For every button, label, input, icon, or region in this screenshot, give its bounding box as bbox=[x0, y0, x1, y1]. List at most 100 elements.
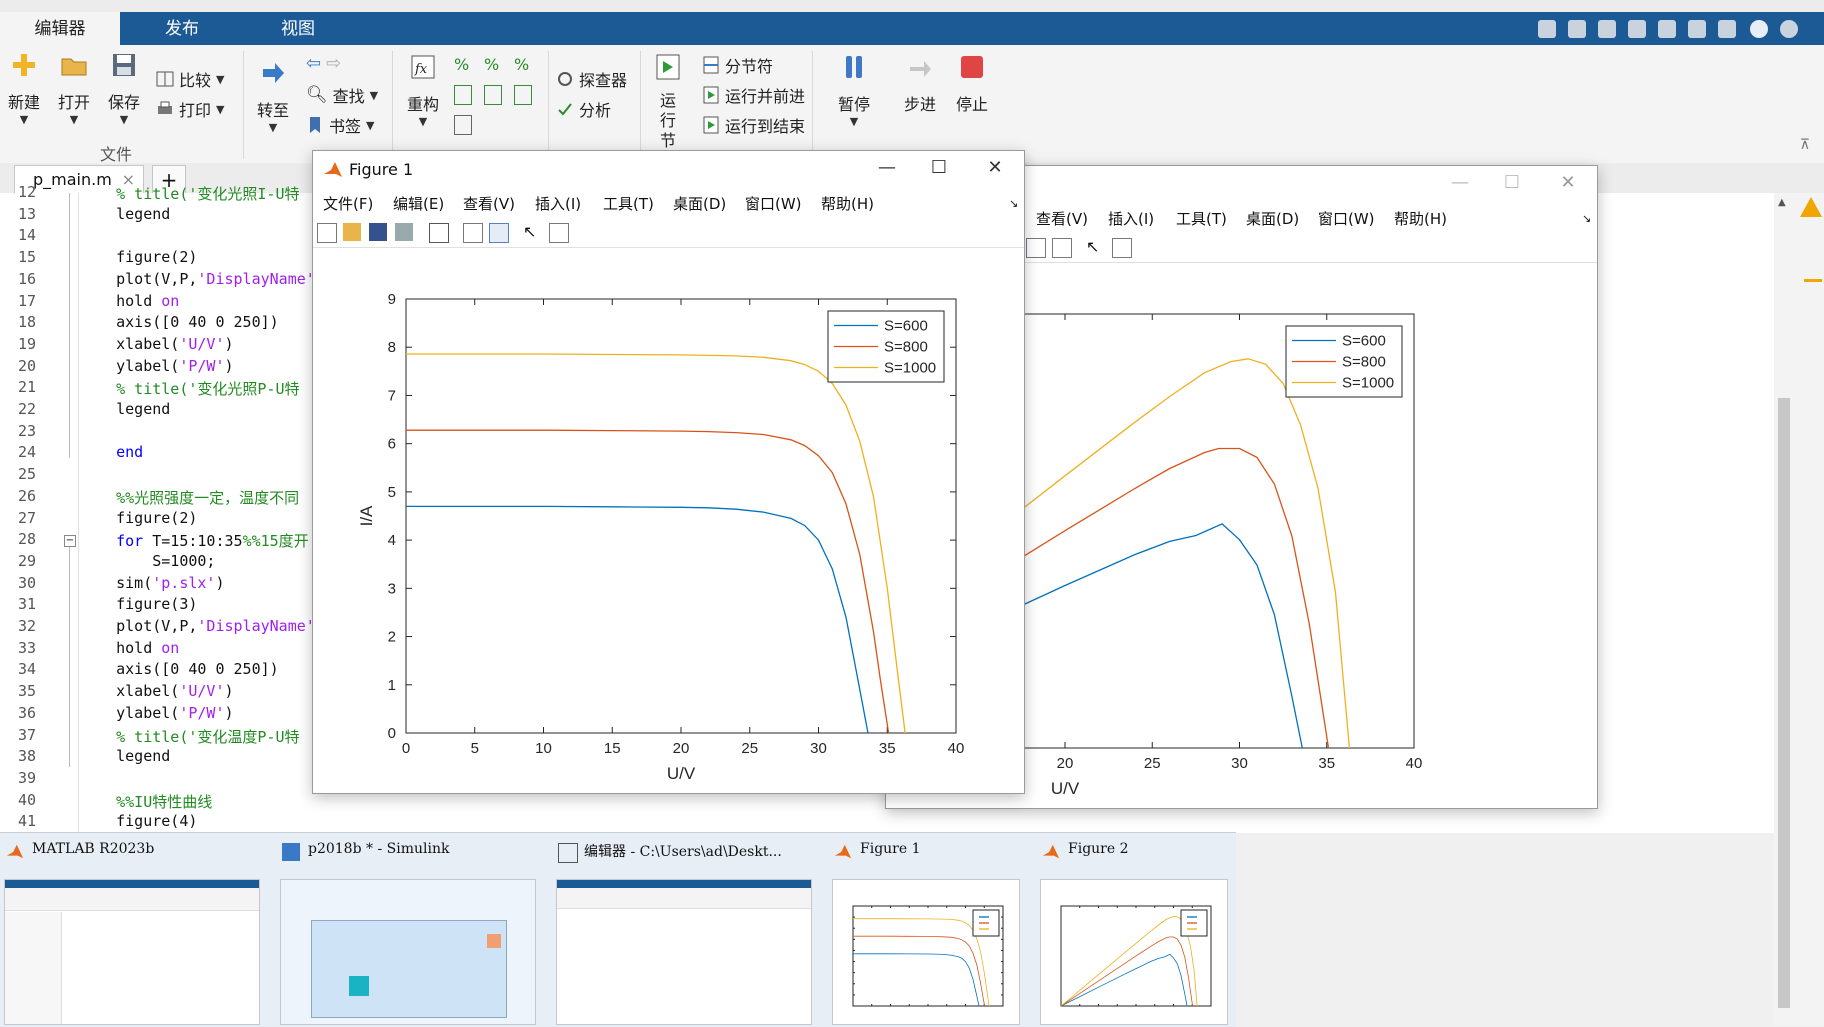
open-file-icon[interactable] bbox=[343, 223, 361, 241]
legend-icon[interactable] bbox=[1052, 238, 1072, 258]
taskbar-item-figure-1[interactable]: Figure 1 bbox=[828, 833, 1030, 1027]
print-icon[interactable] bbox=[395, 223, 413, 241]
menu-view[interactable]: 查看(V) bbox=[463, 193, 515, 214]
pointer-icon[interactable]: ↖ bbox=[523, 223, 541, 241]
decrease-indent-icon[interactable] bbox=[484, 85, 502, 105]
options-dropdown-icon[interactable] bbox=[1780, 20, 1798, 38]
menu-insert[interactable]: 插入(I) bbox=[1108, 208, 1154, 229]
run-to-end-button[interactable]: 运行到结束 bbox=[702, 113, 805, 137]
warning-marker[interactable] bbox=[1804, 279, 1822, 282]
forward-arrow-icon[interactable]: ⇨ bbox=[326, 53, 341, 74]
new-figure-icon[interactable] bbox=[317, 223, 337, 243]
menu-desktop[interactable]: 桌面(D) bbox=[1246, 208, 1299, 229]
dock-arrow-icon[interactable]: ↘ bbox=[1009, 197, 1018, 210]
copy-icon[interactable] bbox=[1598, 20, 1616, 38]
menu-desktop[interactable]: 桌面(D) bbox=[673, 193, 726, 214]
step-button[interactable]: 步进 bbox=[900, 53, 940, 115]
code-line: %%IU特性曲线 bbox=[80, 791, 212, 812]
figure-1-thumbnail bbox=[832, 879, 1020, 1025]
paste-icon[interactable] bbox=[1628, 20, 1646, 38]
taskbar-item-figure-2[interactable]: Figure 2 bbox=[1036, 833, 1236, 1027]
ribbon-separator bbox=[392, 51, 393, 159]
new-button[interactable]: 新建 ▼ bbox=[4, 51, 44, 126]
line-number: 20 bbox=[17, 356, 36, 375]
back-arrow-icon[interactable]: ⇦ bbox=[306, 53, 321, 74]
code-token: %%光照强度一定，温度不同 bbox=[80, 488, 300, 507]
menu-file[interactable]: 文件(F) bbox=[323, 193, 373, 214]
maximize-icon[interactable]: ☐ bbox=[924, 157, 954, 183]
save-button[interactable]: 保存 ▼ bbox=[104, 51, 144, 126]
run-section-label: 运行节 bbox=[659, 91, 676, 150]
bookmark-button[interactable]: 书签 ▼ bbox=[306, 113, 374, 137]
close-icon[interactable]: ✕ bbox=[1553, 172, 1583, 198]
menu-insert[interactable]: 插入(I) bbox=[535, 193, 581, 214]
stop-button[interactable]: 停止 bbox=[952, 53, 992, 115]
menu-tools[interactable]: 工具(T) bbox=[603, 193, 654, 214]
menu-view[interactable]: 查看(V) bbox=[1036, 208, 1088, 229]
line-number: 21 bbox=[17, 378, 36, 397]
goto-button[interactable]: 转至 ▼ bbox=[253, 59, 293, 134]
code-token: 'U/V' bbox=[179, 682, 225, 701]
indent-icon[interactable] bbox=[454, 85, 472, 105]
figure-1-window[interactable]: Figure 1 — ☐ ✕ 文件(F) 编辑(E) 查看(V) 插入(I) 工… bbox=[312, 150, 1025, 794]
redo-icon[interactable] bbox=[1688, 20, 1706, 38]
increase-indent-icon[interactable] bbox=[514, 85, 532, 105]
menu-window[interactable]: 窗口(W) bbox=[1318, 208, 1375, 229]
property-editor-icon[interactable] bbox=[549, 223, 569, 243]
switch-windows-icon[interactable] bbox=[1718, 20, 1736, 38]
editor-scrollbar[interactable]: ▲ bbox=[1774, 193, 1824, 1026]
taskbar-item-matlab[interactable]: MATLAB R2023b bbox=[0, 833, 270, 1027]
close-icon[interactable]: ✕ bbox=[980, 157, 1010, 183]
line-number: 17 bbox=[17, 291, 36, 310]
menu-help[interactable]: 帮助(H) bbox=[821, 193, 874, 214]
warning-icon[interactable] bbox=[1800, 197, 1822, 217]
open-button[interactable]: 打开 ▼ bbox=[52, 51, 96, 126]
colorbar-icon[interactable] bbox=[1026, 238, 1046, 258]
run-section-button[interactable]: 运行节 bbox=[648, 53, 688, 151]
bookmark-icon bbox=[310, 117, 320, 133]
dock-arrow-icon[interactable]: ↘ bbox=[1582, 212, 1591, 225]
find-button[interactable]: 🔍︎ 查找 ▼ bbox=[306, 83, 378, 107]
section-break-button[interactable]: 分节符 bbox=[702, 53, 773, 77]
wrap-comments-icon[interactable]: % bbox=[514, 55, 529, 74]
undo-icon[interactable] bbox=[1658, 20, 1676, 38]
analyze-button[interactable]: 分析 bbox=[556, 97, 611, 121]
taskbar-item-editor[interactable]: 编辑器 - C:\Users\ad\Deskt... bbox=[552, 833, 822, 1027]
menu-window[interactable]: 窗口(W) bbox=[745, 193, 802, 214]
save-quick-icon[interactable] bbox=[1538, 20, 1556, 38]
link-plot-icon[interactable] bbox=[429, 223, 449, 243]
legend-icon[interactable] bbox=[489, 223, 509, 243]
help-icon[interactable] bbox=[1750, 20, 1768, 38]
pointer-icon[interactable]: ↖ bbox=[1086, 238, 1104, 256]
inspector-button[interactable]: 探查器 bbox=[556, 67, 627, 91]
colorbar-icon[interactable] bbox=[463, 223, 483, 243]
uncomment-icon[interactable]: % bbox=[484, 55, 499, 74]
property-editor-icon[interactable] bbox=[1112, 238, 1132, 258]
minimize-icon[interactable]: — bbox=[872, 157, 902, 183]
compare-button[interactable]: 比较 ▼ bbox=[156, 67, 224, 91]
refactor-button[interactable]: fx 重构 ▼ bbox=[400, 53, 446, 128]
scroll-up-icon[interactable]: ▲ bbox=[1778, 197, 1786, 208]
tab-view[interactable]: 视图 bbox=[242, 12, 354, 45]
menu-tools[interactable]: 工具(T) bbox=[1176, 208, 1227, 229]
save-icon[interactable] bbox=[369, 223, 387, 241]
print-button[interactable]: 打印 ▼ bbox=[156, 97, 224, 121]
tab-editor[interactable]: 编辑器 bbox=[0, 12, 120, 45]
minimize-icon[interactable]: — bbox=[1445, 172, 1475, 198]
comment-icon[interactable]: % bbox=[454, 55, 469, 74]
function-hints-icon[interactable] bbox=[454, 115, 472, 135]
run-and-advance-button[interactable]: 运行并前进 bbox=[702, 83, 805, 107]
menu-help[interactable]: 帮助(H) bbox=[1394, 208, 1447, 229]
taskbar-item-simulink[interactable]: p2018b * - Simulink bbox=[276, 833, 546, 1027]
menu-edit[interactable]: 编辑(E) bbox=[393, 193, 444, 214]
tab-publish[interactable]: 发布 bbox=[126, 12, 238, 45]
scroll-thumb[interactable] bbox=[1778, 398, 1790, 1008]
maximize-icon[interactable]: ☐ bbox=[1497, 172, 1527, 198]
cut-icon[interactable] bbox=[1568, 20, 1586, 38]
fold-toggle-icon[interactable]: − bbox=[64, 535, 76, 547]
matlab-logo-icon bbox=[1042, 844, 1060, 859]
printer-icon bbox=[158, 101, 172, 114]
back-forward-buttons[interactable]: ⇦ ⇨ bbox=[306, 53, 341, 74]
collapse-ribbon-icon[interactable]: ⊼ bbox=[1800, 137, 1810, 153]
pause-button[interactable]: 暂停 ▼ bbox=[834, 53, 874, 128]
